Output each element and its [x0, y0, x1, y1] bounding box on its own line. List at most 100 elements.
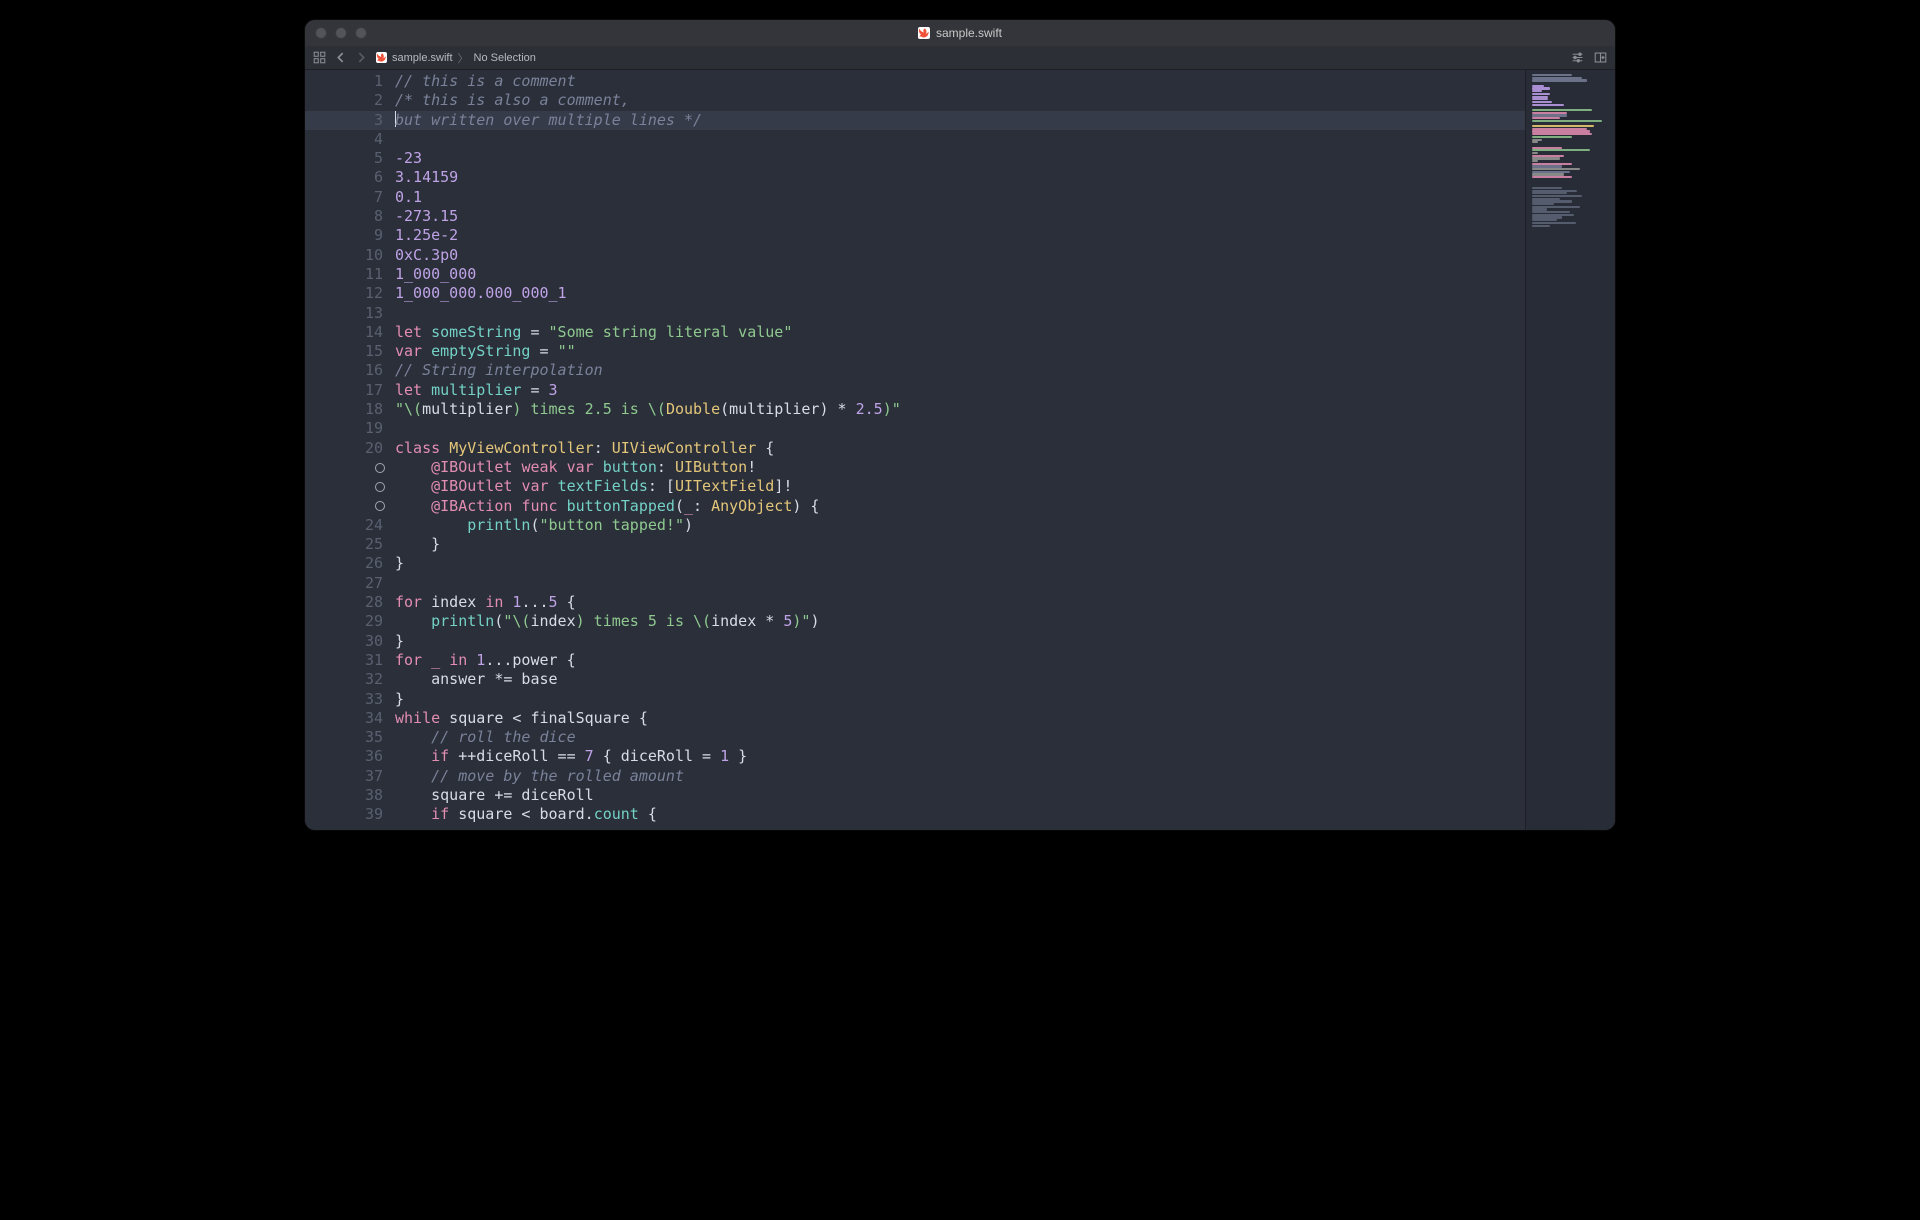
line-number[interactable]: 16: [305, 361, 395, 380]
code-line[interactable]: 19: [305, 419, 1525, 438]
line-number[interactable]: 9: [305, 226, 395, 245]
code-line[interactable]: 100xC.3p0: [305, 246, 1525, 265]
code-content[interactable]: }: [395, 632, 1525, 651]
line-number[interactable]: 11: [305, 265, 395, 284]
line-number[interactable]: 20: [305, 439, 395, 458]
code-content[interactable]: }: [395, 690, 1525, 709]
code-content[interactable]: for _ in 1...power {: [395, 651, 1525, 670]
code-content[interactable]: [395, 574, 1525, 593]
code-content[interactable]: }: [395, 535, 1525, 554]
code-content[interactable]: let multiplier = 3: [395, 381, 1525, 400]
nav-forward-icon[interactable]: [355, 51, 368, 64]
line-number[interactable]: 12: [305, 284, 395, 303]
code-content[interactable]: -273.15: [395, 207, 1525, 226]
code-line[interactable]: 34while square < finalSquare {: [305, 709, 1525, 728]
code-content[interactable]: but written over multiple lines */: [395, 111, 1525, 130]
code-line[interactable]: 36 if ++diceRoll == 7 { diceRoll = 1 }: [305, 747, 1525, 766]
breadcrumb-selection[interactable]: No Selection: [474, 52, 536, 64]
code-line[interactable]: 28for index in 1...5 {: [305, 593, 1525, 612]
code-line[interactable]: 33}: [305, 690, 1525, 709]
code-content[interactable]: [395, 419, 1525, 438]
code-line[interactable]: 2/* this is also a comment,: [305, 91, 1525, 110]
line-number[interactable]: 14: [305, 323, 395, 342]
code-line[interactable]: 8-273.15: [305, 207, 1525, 226]
code-content[interactable]: // roll the dice: [395, 728, 1525, 747]
line-number[interactable]: 38: [305, 786, 395, 805]
line-number[interactable]: 26: [305, 554, 395, 573]
code-content[interactable]: let someString = "Some string literal va…: [395, 323, 1525, 342]
code-line[interactable]: 32 answer *= base: [305, 670, 1525, 689]
line-number[interactable]: 1: [305, 72, 395, 91]
line-number[interactable]: 35: [305, 728, 395, 747]
code-content[interactable]: // String interpolation: [395, 361, 1525, 380]
related-items-icon[interactable]: [313, 51, 326, 64]
code-content[interactable]: -23: [395, 149, 1525, 168]
line-number[interactable]: 10: [305, 246, 395, 265]
line-number[interactable]: 18: [305, 400, 395, 419]
line-number[interactable]: 5: [305, 149, 395, 168]
code-line[interactable]: 3but written over multiple lines */: [305, 111, 1525, 130]
line-number[interactable]: 17: [305, 381, 395, 400]
code-content[interactable]: 0xC.3p0: [395, 246, 1525, 265]
breadcrumb[interactable]: sample.swift 〉 No Selection: [376, 50, 536, 66]
nav-back-icon[interactable]: [334, 51, 347, 64]
code-line[interactable]: 121_000_000.000_000_1: [305, 284, 1525, 303]
gutter-outlet-indicator[interactable]: [305, 497, 395, 516]
line-number[interactable]: 3: [305, 111, 395, 130]
code-line[interactable]: 13: [305, 304, 1525, 323]
line-number[interactable]: 4: [305, 130, 395, 149]
code-line[interactable]: @IBAction func buttonTapped(_: AnyObject…: [305, 497, 1525, 516]
code-line[interactable]: 16// String interpolation: [305, 361, 1525, 380]
code-line[interactable]: 70.1: [305, 188, 1525, 207]
code-line[interactable]: 20class MyViewController: UIViewControll…: [305, 439, 1525, 458]
code-content[interactable]: "\(multiplier) times 2.5 is \(Double(mul…: [395, 400, 1525, 419]
line-number[interactable]: 13: [305, 304, 395, 323]
code-content[interactable]: // move by the rolled amount: [395, 767, 1525, 786]
code-content[interactable]: class MyViewController: UIViewController…: [395, 439, 1525, 458]
line-number[interactable]: 34: [305, 709, 395, 728]
adjust-editor-icon[interactable]: [1571, 51, 1584, 64]
titlebar[interactable]: sample.swift: [305, 20, 1615, 46]
outlet-circle-icon[interactable]: [375, 463, 385, 473]
line-number[interactable]: 29: [305, 612, 395, 631]
code-line[interactable]: 24 println("button tapped!"): [305, 516, 1525, 535]
line-number[interactable]: 27: [305, 574, 395, 593]
line-number[interactable]: 32: [305, 670, 395, 689]
code-line[interactable]: 14let someString = "Some string literal …: [305, 323, 1525, 342]
line-number[interactable]: 25: [305, 535, 395, 554]
zoom-window-button[interactable]: [355, 27, 367, 39]
code-line[interactable]: 63.14159: [305, 168, 1525, 187]
code-content[interactable]: square += diceRoll: [395, 786, 1525, 805]
code-content[interactable]: /* this is also a comment,: [395, 91, 1525, 110]
code-line[interactable]: 18"\(multiplier) times 2.5 is \(Double(m…: [305, 400, 1525, 419]
code-content[interactable]: @IBOutlet var textFields: [UITextField]!: [395, 477, 1525, 496]
code-line[interactable]: @IBOutlet weak var button: UIButton!: [305, 458, 1525, 477]
code-content[interactable]: 1_000_000: [395, 265, 1525, 284]
code-content[interactable]: 3.14159: [395, 168, 1525, 187]
code-line[interactable]: 31for _ in 1...power {: [305, 651, 1525, 670]
code-content[interactable]: answer *= base: [395, 670, 1525, 689]
code-content[interactable]: while square < finalSquare {: [395, 709, 1525, 728]
line-number[interactable]: 28: [305, 593, 395, 612]
minimap[interactable]: [1525, 70, 1615, 830]
code-content[interactable]: 1_000_000.000_000_1: [395, 284, 1525, 303]
outlet-circle-icon[interactable]: [375, 482, 385, 492]
code-line[interactable]: 38 square += diceRoll: [305, 786, 1525, 805]
code-line[interactable]: 25 }: [305, 535, 1525, 554]
line-number[interactable]: 19: [305, 419, 395, 438]
code-content[interactable]: [395, 130, 1525, 149]
code-content[interactable]: // this is a comment: [395, 72, 1525, 91]
outlet-circle-icon[interactable]: [375, 501, 385, 511]
code-line[interactable]: 27: [305, 574, 1525, 593]
line-number[interactable]: 37: [305, 767, 395, 786]
code-editor[interactable]: 1// this is a comment2/* this is also a …: [305, 70, 1525, 830]
code-content[interactable]: var emptyString = "": [395, 342, 1525, 361]
code-content[interactable]: println("\(index) times 5 is \(index * 5…: [395, 612, 1525, 631]
minimize-window-button[interactable]: [335, 27, 347, 39]
close-window-button[interactable]: [315, 27, 327, 39]
line-number[interactable]: 8: [305, 207, 395, 226]
line-number[interactable]: 30: [305, 632, 395, 651]
code-content[interactable]: println("button tapped!"): [395, 516, 1525, 535]
line-number[interactable]: 7: [305, 188, 395, 207]
code-line[interactable]: 35 // roll the dice: [305, 728, 1525, 747]
